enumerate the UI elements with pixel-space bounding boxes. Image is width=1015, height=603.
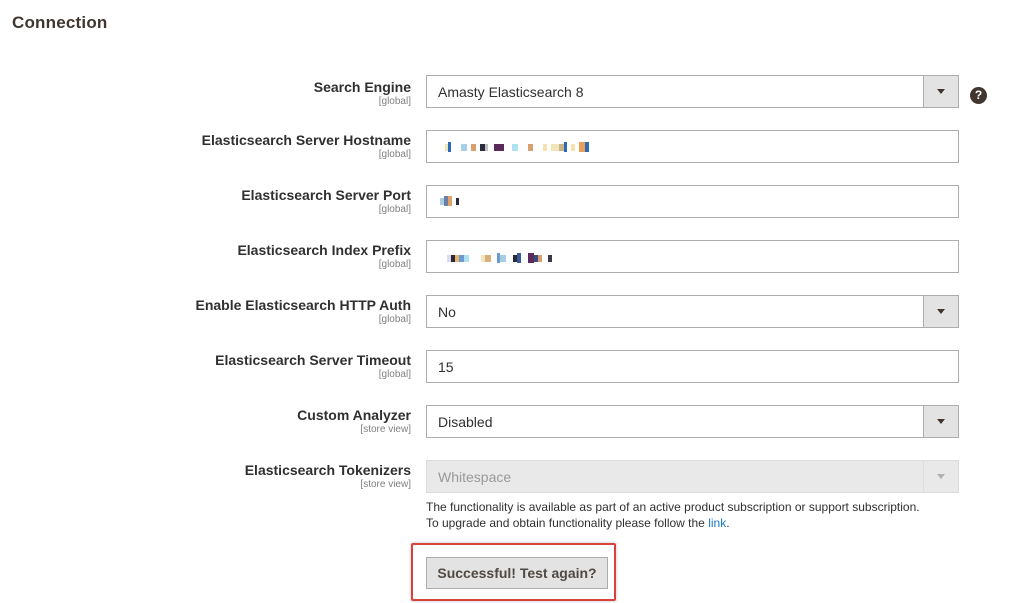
label-group: Elasticsearch Server Hostname [global]	[202, 131, 411, 161]
dropdown-toggle[interactable]	[923, 76, 958, 107]
field-label: Elasticsearch Tokenizers	[244, 462, 411, 478]
custom-analyzer-select[interactable]: Disabled	[426, 405, 959, 438]
timeout-input[interactable]: 15	[426, 350, 959, 383]
tokenizers-select: Whitespace	[426, 460, 959, 493]
field-label: Elasticsearch Server Timeout	[215, 352, 411, 368]
note-text: To upgrade and obtain functionality plea…	[426, 516, 709, 530]
field-label: Custom Analyzer	[297, 407, 411, 423]
label-group: Enable Elasticsearch HTTP Auth [global]	[195, 296, 411, 326]
chevron-down-icon	[937, 309, 945, 314]
chevron-down-icon	[937, 474, 945, 479]
field-scope: [global]	[378, 369, 411, 380]
obscured-text	[445, 140, 589, 154]
field-label: Search Engine	[313, 79, 411, 95]
field-scope: [global]	[378, 204, 411, 215]
label-group: Elasticsearch Server Timeout [global]	[215, 351, 411, 381]
field-scope: [global]	[378, 149, 411, 160]
select-value: Amasty Elasticsearch 8	[438, 84, 584, 100]
note-line-1: The functionality is available as part o…	[426, 500, 920, 514]
dropdown-toggle	[923, 461, 958, 492]
obscured-text	[447, 251, 552, 265]
index-prefix-input[interactable]	[426, 240, 959, 273]
field-scope: [global]	[378, 96, 411, 107]
select-value: No	[438, 304, 456, 320]
obscured-text	[440, 194, 459, 208]
port-input[interactable]	[426, 185, 959, 218]
field-label: Elasticsearch Server Hostname	[201, 132, 411, 148]
note-line-2: To upgrade and obtain functionality plea…	[426, 515, 920, 531]
label-group: Search Engine [global]	[314, 78, 411, 108]
field-label: Elasticsearch Index Prefix	[237, 242, 411, 258]
label-group: Elasticsearch Index Prefix [global]	[237, 241, 411, 271]
field-label: Elasticsearch Server Port	[241, 187, 411, 203]
section-title: Connection	[12, 13, 108, 32]
field-scope: [global]	[378, 314, 411, 325]
chevron-down-icon	[937, 419, 945, 424]
select-value: Whitespace	[438, 469, 512, 485]
note-suffix: .	[726, 516, 730, 530]
http-auth-select[interactable]: No	[426, 295, 959, 328]
field-scope: [store view]	[360, 424, 411, 435]
chevron-down-icon	[937, 89, 945, 94]
dropdown-toggle[interactable]	[923, 406, 958, 437]
select-value: Disabled	[438, 414, 493, 430]
question-circle-icon[interactable]: ?	[970, 87, 987, 104]
subscription-note: The functionality is available as part o…	[426, 499, 920, 531]
field-label: Enable Elasticsearch HTTP Auth	[195, 297, 411, 313]
input-value: 15	[438, 359, 454, 375]
upgrade-link[interactable]: link	[708, 516, 726, 530]
label-group: Elasticsearch Server Port [global]	[241, 186, 411, 216]
search-engine-select[interactable]: Amasty Elasticsearch 8	[426, 75, 959, 108]
field-scope: [global]	[378, 259, 411, 270]
field-scope: [store view]	[360, 479, 411, 490]
label-group: Custom Analyzer [store view]	[297, 406, 411, 436]
test-connection-button[interactable]: Successful! Test again?	[426, 557, 608, 589]
label-group: Elasticsearch Tokenizers [store view]	[245, 461, 411, 491]
hostname-input[interactable]	[426, 130, 959, 163]
dropdown-toggle[interactable]	[923, 296, 958, 327]
